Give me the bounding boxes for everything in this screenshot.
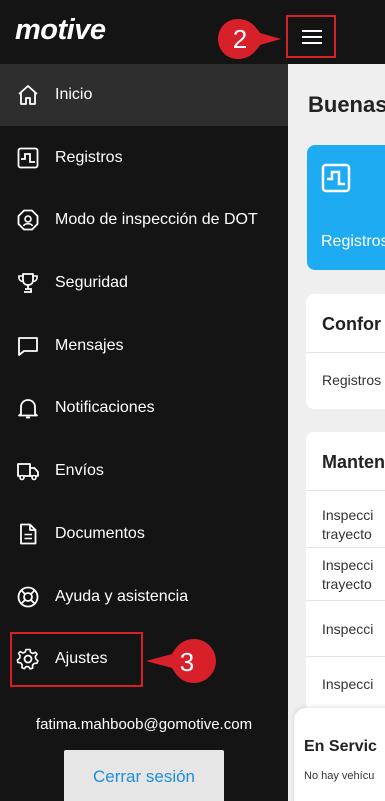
bell-icon — [18, 399, 38, 419]
sidebar-item-label: Modo de inspección de DOT — [55, 211, 258, 228]
logs-icon — [17, 147, 39, 169]
in-service-card[interactable]: En Servic No hay vehícu — [294, 708, 385, 801]
sidebar-item-label: Documentos — [55, 525, 145, 542]
list-item[interactable]: Inspecci — [322, 675, 373, 694]
motive-logo: motive — [15, 14, 106, 46]
sidebar-item-mensajes[interactable]: Mensajes — [0, 315, 288, 377]
sidebar-item-registros[interactable]: Registros — [0, 127, 288, 189]
sidebar-item-notificaciones[interactable]: Notificaciones — [0, 377, 288, 439]
document-icon — [20, 523, 37, 545]
step-callout-2: 2 — [217, 18, 282, 60]
sidebar-item-documentos[interactable]: Documentos — [0, 503, 288, 565]
divider — [306, 656, 385, 657]
list-item[interactable]: Inspecci — [322, 556, 373, 575]
sidebar-item-seguridad[interactable]: Seguridad — [0, 252, 288, 314]
quick-action-label: Registros — [321, 233, 385, 250]
list-item[interactable]: Inspecci — [322, 620, 373, 639]
sidebar-item-dot-inspection[interactable]: Modo de inspección de DOT — [0, 189, 288, 251]
compliance-card-title: Confor — [322, 314, 381, 334]
sidebar-item-ayuda[interactable]: Ayuda y asistencia — [0, 566, 288, 628]
list-item[interactable]: trayecto — [322, 575, 372, 594]
logout-button[interactable]: Cerrar sesión — [64, 750, 224, 801]
sidebar-item-label: Notificaciones — [55, 399, 155, 416]
compliance-card[interactable]: Confor Registros — [306, 294, 385, 409]
step-number: 2 — [232, 24, 248, 54]
message-icon — [18, 337, 38, 356]
in-service-subtitle: No hay vehícu — [304, 770, 375, 782]
truck-icon — [17, 463, 39, 481]
compliance-row[interactable]: Registros — [322, 371, 381, 390]
step-callout-3: 3 — [145, 638, 217, 684]
sidebar-item-inicio[interactable]: Inicio — [0, 64, 288, 126]
trophy-icon — [18, 273, 38, 293]
user-email: fatima.mahboob@gomotive.com — [35, 716, 253, 733]
sidebar-item-label: Registros — [55, 149, 123, 166]
badge-icon — [17, 209, 39, 231]
greeting-title: Buenas — [308, 92, 385, 117]
maintenance-card[interactable]: Manten Inspecci trayecto Inspecci trayec… — [306, 432, 385, 712]
sidebar-item-label: Ayuda y asistencia — [55, 588, 189, 605]
divider — [306, 352, 385, 353]
menu-button[interactable] — [286, 15, 336, 58]
sidebar-item-envios[interactable]: Envíos — [0, 440, 288, 502]
in-service-title: En Servic — [304, 738, 377, 755]
divider — [306, 547, 385, 548]
settings-highlight-frame — [10, 632, 143, 687]
list-item[interactable]: trayecto — [322, 525, 372, 544]
logs-icon — [321, 163, 351, 193]
lifebuoy-icon — [17, 586, 39, 608]
list-item[interactable]: Inspecci — [322, 506, 373, 525]
maintenance-card-title: Manten — [322, 452, 385, 472]
quick-action-card[interactable]: Registros — [307, 145, 385, 270]
sidebar-item-label: Envíos — [55, 462, 104, 479]
main-content: Buenas Registros Confor Registros Manten… — [288, 0, 385, 801]
divider — [306, 600, 385, 601]
hamburger-icon — [302, 30, 322, 44]
sidebar-item-label: Seguridad — [55, 274, 128, 291]
sidebar-item-label: Mensajes — [55, 337, 124, 354]
divider — [306, 490, 385, 491]
home-icon — [18, 85, 38, 105]
step-number: 3 — [179, 647, 195, 677]
sidebar-item-label: Inicio — [55, 86, 93, 103]
